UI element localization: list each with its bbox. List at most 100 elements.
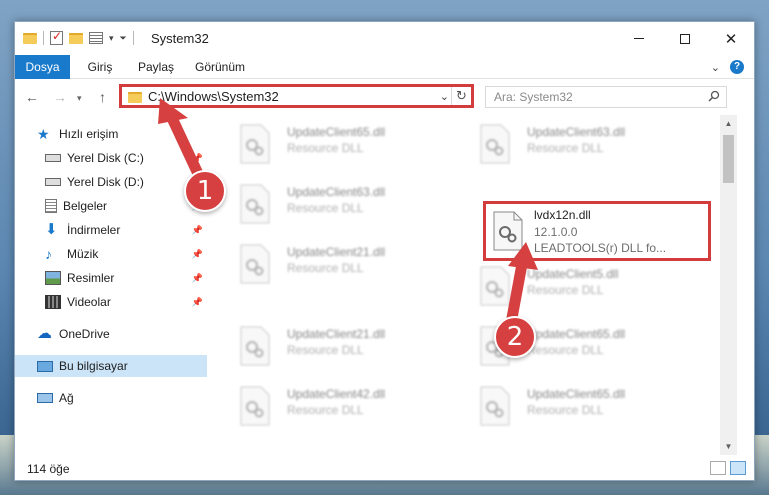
sidebar-item-label: Belgeler	[63, 199, 108, 213]
recent-locations-icon[interactable]: ▾	[77, 93, 82, 104]
sidebar-item-downloads[interactable]: ⬇ İndirmeler 📌	[15, 219, 207, 241]
file-name: UpdateClient42.dll	[287, 387, 386, 401]
file-description: Resource DLL	[527, 141, 604, 155]
file-list: UpdateClient65.dll Resource DLL UpdateCl…	[207, 115, 737, 455]
back-arrow-icon[interactable]: ←	[25, 89, 39, 105]
tab-share[interactable]: Paylaş	[129, 55, 183, 79]
sidebar-item-label: Ağ	[59, 391, 74, 405]
file-tile[interactable]: UpdateClient63.dll Resource DLL	[219, 179, 439, 227]
sidebar-item-music[interactable]: ♪ Müzik 📌	[15, 243, 207, 265]
item-count: 114 öğe	[27, 462, 70, 476]
music-icon: ♪	[45, 246, 52, 262]
file-tile[interactable]: UpdateClient63.dll Resource DLL	[459, 119, 679, 167]
file-description: Resource DLL	[287, 201, 364, 215]
file-description: Resource DLL	[287, 261, 364, 275]
sidebar-item-pictures[interactable]: Resimler 📌	[15, 267, 207, 289]
file-tile[interactable]: UpdateClient5.dll Resource DLL	[459, 261, 679, 309]
sidebar-item-local-disk-d[interactable]: Yerel Disk (D:)	[15, 171, 207, 193]
file-tile[interactable]: UpdateClient65.dll Resource DLL	[459, 321, 679, 369]
step-2-badge: 2	[494, 316, 536, 358]
toolbar-divider	[132, 31, 134, 45]
star-icon: ★	[37, 126, 50, 142]
sidebar-item-this-pc[interactable]: Bu bilgisayar	[15, 355, 207, 377]
file-description: Resource DLL	[527, 283, 604, 297]
close-button[interactable]: ✕	[708, 22, 754, 55]
file-description: Resource DLL	[287, 403, 364, 417]
expand-ribbon-icon[interactable]: ⌄	[711, 61, 720, 74]
file-tile-lvdx12n[interactable]: lvdx12n.dll 12.1.0.0 LEADTOOLS(r) DLL fo…	[483, 201, 711, 261]
sidebar-item-videos[interactable]: Videolar 📌	[15, 291, 207, 313]
file-tile[interactable]: UpdateClient65.dll Resource DLL	[459, 381, 679, 429]
pin-icon[interactable]: 📌	[192, 273, 203, 284]
file-name: UpdateClient65.dll	[287, 125, 386, 139]
sidebar-item-label: Hızlı erişim	[59, 127, 119, 141]
file-tile[interactable]: UpdateClient65.dll Resource DLL	[219, 119, 439, 167]
pin-icon[interactable]: 📌	[192, 297, 203, 308]
sidebar-item-documents[interactable]: Belgeler 📌	[15, 195, 207, 217]
file-tile[interactable]: UpdateClient42.dll Resource DLL	[219, 381, 439, 429]
navigation-pane: ★ Hızlı erişim Yerel Disk (C:) 📌 Yerel D…	[15, 115, 207, 455]
scroll-up-icon[interactable]: ▲	[720, 115, 737, 132]
sidebar-item-onedrive[interactable]: ☁ OneDrive	[15, 323, 207, 345]
maximize-button[interactable]	[662, 22, 708, 55]
close-icon: ✕	[724, 30, 738, 48]
properties-icon[interactable]	[89, 32, 103, 44]
search-input[interactable]: Ara: System32	[485, 86, 727, 108]
cloud-icon: ☁	[37, 325, 52, 342]
sidebar-item-network[interactable]: Ağ	[15, 387, 207, 409]
vertical-scrollbar[interactable]: ▲ ▼	[720, 115, 737, 455]
customize-toolbar-icon[interactable]: ⏷	[120, 33, 127, 44]
sidebar-item-local-disk-c[interactable]: Yerel Disk (C:) 📌	[15, 147, 207, 169]
sidebar-item-label: Resimler	[67, 271, 115, 285]
maximize-icon	[680, 33, 690, 44]
computer-icon	[37, 360, 53, 372]
step-1-badge: 1	[184, 170, 226, 212]
pin-icon[interactable]: 📌	[192, 225, 203, 236]
new-folder-icon[interactable]	[69, 32, 83, 44]
details-view-icon[interactable]	[710, 461, 726, 475]
network-icon	[37, 393, 53, 403]
tab-view[interactable]: Görünüm	[187, 55, 253, 79]
tab-home[interactable]: Giriş	[77, 55, 123, 79]
videos-icon	[45, 295, 61, 309]
file-description: Resource DLL	[527, 403, 604, 417]
file-tile[interactable]: UpdateClient21.dll Resource DLL	[219, 239, 439, 287]
search-icon	[708, 90, 720, 102]
toolbar-divider	[43, 31, 44, 45]
minimize-button[interactable]	[616, 22, 662, 55]
scroll-down-icon[interactable]: ▼	[720, 438, 737, 455]
address-path[interactable]: C:\Windows\System32	[148, 89, 279, 104]
folder-icon[interactable]	[23, 32, 37, 44]
folder-icon	[128, 92, 142, 103]
dll-file-icon	[480, 266, 510, 306]
sidebar-item-quick-access[interactable]: ★ Hızlı erişim	[15, 123, 207, 145]
dll-file-icon	[240, 386, 270, 426]
tiles-view-icon[interactable]	[730, 461, 746, 475]
address-bar[interactable]: C:\Windows\System32 ⌄ ↻	[119, 84, 474, 108]
scroll-thumb[interactable]	[723, 135, 734, 183]
file-tile[interactable]: UpdateClient21.dll Resource DLL	[219, 321, 439, 369]
chevron-down-icon[interactable]: ⌄	[440, 90, 449, 103]
file-name: lvdx12n.dll	[534, 208, 591, 222]
help-icon[interactable]: ?	[730, 60, 744, 74]
sidebar-item-label: OneDrive	[59, 327, 110, 341]
status-bar: 114 öğe	[15, 455, 754, 480]
dll-file-icon	[240, 184, 270, 224]
chevron-down-icon[interactable]: ▾	[109, 33, 114, 44]
up-arrow-icon[interactable]: ↑	[99, 89, 106, 105]
pictures-icon	[45, 271, 61, 285]
refresh-icon[interactable]: ↻	[451, 87, 471, 105]
sidebar-item-label: Bu bilgisayar	[59, 359, 128, 373]
file-name: UpdateClient21.dll	[287, 245, 386, 259]
quick-access-toolbar: ▾ ⏷	[23, 29, 134, 45]
tab-file[interactable]: Dosya	[15, 55, 70, 79]
pin-icon[interactable]: 📌	[192, 249, 203, 260]
dll-file-icon	[240, 124, 270, 164]
pin-icon[interactable]: 📌	[192, 153, 203, 164]
sidebar-item-label: Yerel Disk (C:)	[67, 151, 144, 165]
window-title: System32	[151, 31, 209, 46]
forward-arrow-icon[interactable]: →	[53, 89, 67, 105]
file-description: LEADTOOLS(r) DLL fo...	[534, 241, 667, 255]
title-bar: ▾ ⏷ System32 ✕	[15, 22, 754, 55]
checkmark-icon[interactable]	[50, 29, 63, 45]
